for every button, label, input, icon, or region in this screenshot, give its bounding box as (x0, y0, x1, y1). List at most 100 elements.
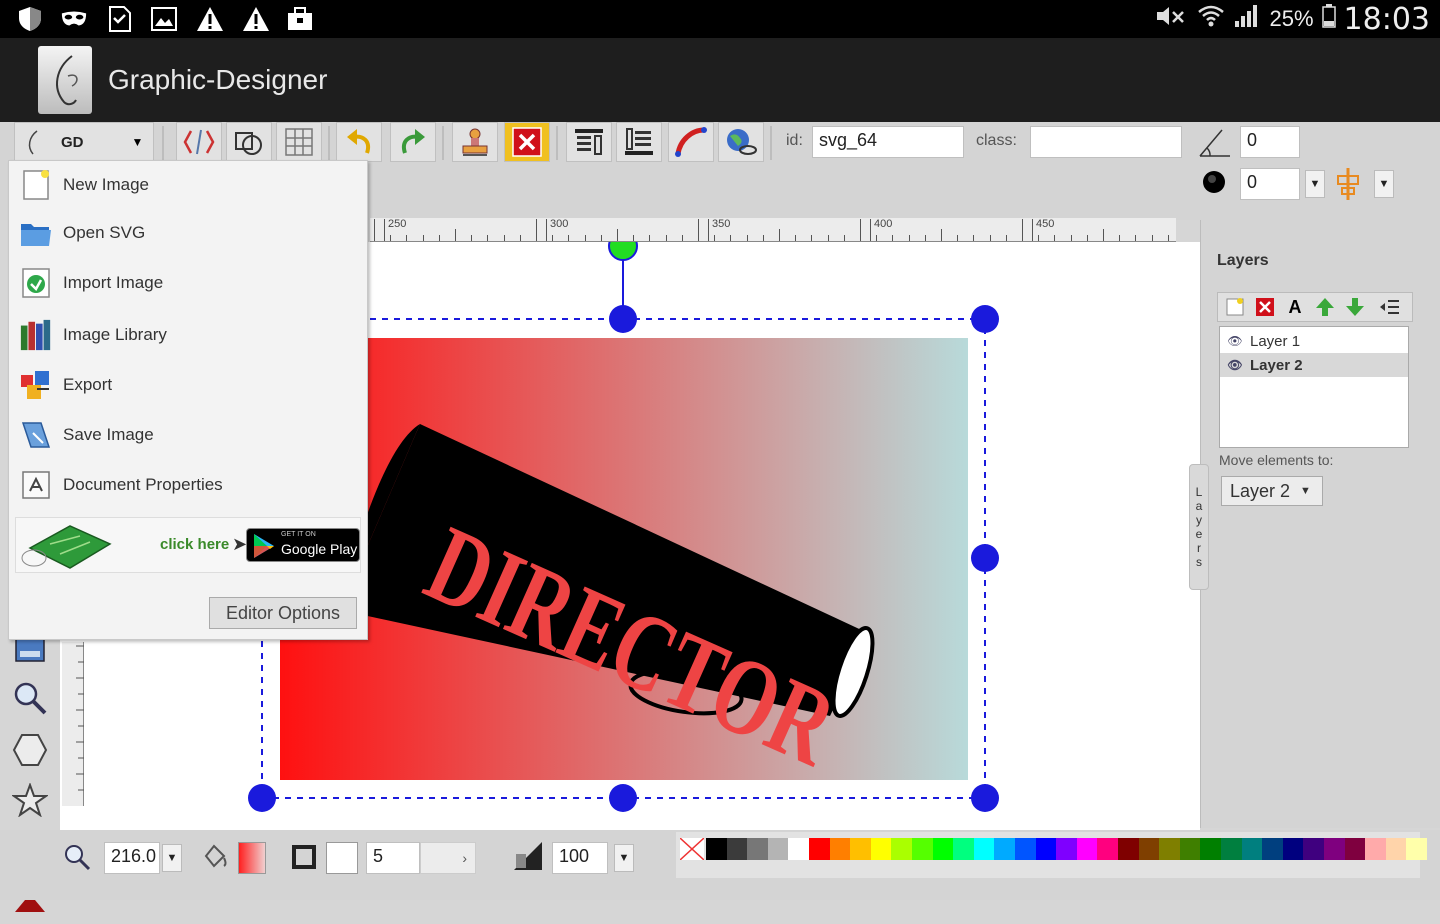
move-bottom-button[interactable] (616, 122, 662, 162)
no-color-swatch[interactable] (680, 838, 704, 860)
clone-button[interactable] (452, 122, 498, 162)
zoom-dropdown-button[interactable]: ▼ (162, 844, 182, 872)
resize-handle-s[interactable] (609, 784, 637, 812)
redo-button[interactable] (390, 122, 436, 162)
palette-swatch[interactable] (932, 838, 954, 860)
stroke-color-swatch[interactable] (326, 842, 358, 874)
palette-swatch[interactable] (870, 838, 892, 860)
move-to-layer-select[interactable]: Layer 2 ▼ (1221, 476, 1323, 506)
layers-tab-letter: r (1197, 541, 1201, 555)
menu-item-image-library[interactable]: Image Library (9, 313, 367, 357)
wireframe-button[interactable] (226, 122, 272, 162)
rotate-handle[interactable] (608, 231, 638, 261)
google-play-badge[interactable]: GET IT ON Google Play (246, 528, 360, 562)
palette-swatch[interactable] (1200, 838, 1222, 860)
star-tool-button[interactable] (8, 778, 52, 822)
angle-field[interactable]: 0 (1240, 126, 1300, 158)
app-logo-icon[interactable] (38, 46, 92, 114)
stroke-width-field[interactable]: 5 (366, 842, 420, 874)
menu-item-save-image[interactable]: Save Image (9, 413, 367, 457)
palette-swatch[interactable] (1406, 838, 1428, 860)
resize-handle-e[interactable] (971, 544, 999, 572)
eye-icon[interactable]: 👁 (1220, 358, 1250, 372)
opacity-dropdown-button[interactable]: ▼ (614, 844, 634, 872)
zoom-field[interactable]: 216.0 (104, 842, 160, 874)
layer-row-2[interactable]: 👁 Layer 2 (1220, 353, 1408, 377)
palette-swatch[interactable] (1056, 838, 1078, 860)
delete-button[interactable] (504, 122, 550, 162)
palette-swatch[interactable] (1344, 838, 1366, 860)
palette-swatch[interactable] (1303, 838, 1325, 860)
grid-button[interactable] (276, 122, 322, 162)
palette-swatch[interactable] (1138, 838, 1160, 860)
layer-row-1[interactable]: 👁 Layer 1 (1220, 329, 1408, 353)
palette-swatch[interactable] (912, 838, 933, 860)
palette-swatch[interactable] (706, 838, 727, 860)
resize-handle-se[interactable] (971, 784, 999, 812)
menu-item-document-properties[interactable]: Document Properties (9, 463, 367, 507)
palette-swatch[interactable] (891, 838, 913, 860)
menu-item-new-image[interactable]: New Image (9, 163, 367, 207)
move-layer-up-button[interactable] (1314, 296, 1336, 318)
layer-menu-button[interactable] (1378, 296, 1400, 318)
palette-swatch[interactable] (850, 838, 872, 860)
palette-swatch[interactable] (747, 838, 769, 860)
polygon-tool-button[interactable] (8, 728, 52, 772)
rename-layer-icon[interactable]: A (1284, 296, 1306, 318)
delete-layer-button[interactable] (1254, 296, 1276, 318)
palette-swatch[interactable] (767, 838, 789, 860)
ruler-tick (471, 235, 473, 241)
palette-swatch[interactable] (1179, 838, 1201, 860)
zoom-tool-button[interactable] (8, 676, 52, 720)
palette-swatch[interactable] (1282, 838, 1304, 860)
class-field[interactable] (1030, 126, 1182, 158)
palette-swatch[interactable] (809, 838, 830, 860)
source-button[interactable] (176, 122, 222, 162)
blur-field[interactable]: 0 (1240, 168, 1300, 200)
move-top-button[interactable] (566, 122, 612, 162)
status-right: 25% 18:03 (1155, 2, 1430, 37)
stroke-style-dropdown[interactable]: › (420, 842, 476, 874)
mode-dropdown[interactable]: GD ▼ (14, 122, 154, 162)
palette-swatch[interactable] (1324, 838, 1345, 860)
opacity-icon (512, 840, 546, 874)
palette-swatch[interactable] (788, 838, 810, 860)
palette-swatch[interactable] (1262, 838, 1284, 860)
move-layer-down-button[interactable] (1344, 296, 1366, 318)
convert-path-button[interactable] (668, 122, 714, 162)
blur-dropdown-button[interactable]: ▼ (1305, 170, 1325, 198)
palette-swatch[interactable] (1385, 838, 1407, 860)
editor-options-button[interactable]: Editor Options (209, 597, 357, 629)
menu-item-open-svg[interactable]: Open SVG (9, 211, 367, 255)
opacity-field[interactable]: 100 (552, 842, 608, 874)
palette-swatch[interactable] (973, 838, 995, 860)
palette-swatch[interactable] (726, 838, 748, 860)
resize-handle-ne[interactable] (971, 305, 999, 333)
palette-swatch[interactable] (1241, 838, 1263, 860)
new-layer-button[interactable] (1224, 296, 1246, 318)
promo-banner[interactable]: click here ➤ GET IT ON Google Play (15, 517, 361, 573)
palette-swatch[interactable] (1365, 838, 1387, 860)
menu-item-import-image[interactable]: Import Image (9, 261, 367, 305)
layers-panel-tab[interactable]: Layers (1189, 464, 1209, 590)
resize-handle-n[interactable] (609, 305, 637, 333)
resize-handle-sw[interactable] (248, 784, 276, 812)
palette-swatch[interactable] (1221, 838, 1242, 860)
eye-icon[interactable]: 👁 (1220, 334, 1250, 348)
menu-item-export[interactable]: Export (9, 363, 367, 407)
palette-swatch[interactable] (953, 838, 975, 860)
palette-swatch[interactable] (1097, 838, 1119, 860)
palette-swatch[interactable] (1159, 838, 1181, 860)
palette-swatch[interactable] (1015, 838, 1036, 860)
palette-swatch[interactable] (1118, 838, 1139, 860)
align-icon[interactable] (1334, 166, 1362, 202)
palette-swatch[interactable] (994, 838, 1016, 860)
palette-swatch[interactable] (829, 838, 851, 860)
fill-color-swatch[interactable] (238, 842, 266, 874)
undo-button[interactable] (336, 122, 382, 162)
id-field[interactable]: svg_64 (812, 126, 964, 158)
align-dropdown-button[interactable]: ▼ (1374, 170, 1394, 198)
link-button[interactable] (718, 122, 764, 162)
palette-swatch[interactable] (1076, 838, 1098, 860)
palette-swatch[interactable] (1035, 838, 1057, 860)
